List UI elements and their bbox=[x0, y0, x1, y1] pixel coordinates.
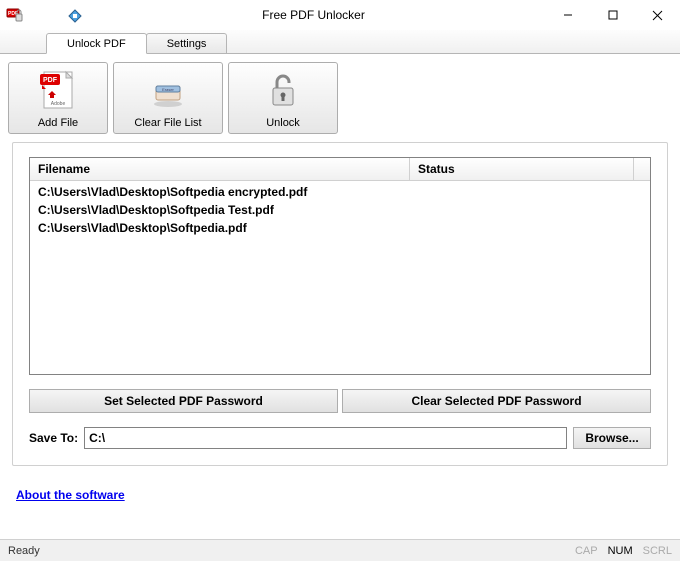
statusbar: Ready CAP NUM SCRL bbox=[0, 539, 680, 561]
list-header: Filename Status bbox=[30, 158, 650, 181]
file-list[interactable]: Filename Status C:\Users\Vlad\Desktop\So… bbox=[29, 157, 651, 375]
tab-settings[interactable]: Settings bbox=[146, 33, 228, 53]
cell-filename: C:\Users\Vlad\Desktop\Softpedia Test.pdf bbox=[30, 201, 410, 219]
unlock-label: Unlock bbox=[266, 117, 300, 129]
main-panel: Filename Status C:\Users\Vlad\Desktop\So… bbox=[12, 142, 668, 466]
add-file-button[interactable]: PDF Adobe Add File bbox=[8, 62, 108, 134]
about-link[interactable]: About the software bbox=[16, 488, 680, 502]
scrl-indicator: SCRL bbox=[643, 545, 672, 557]
set-password-button[interactable]: Set Selected PDF Password bbox=[29, 389, 338, 413]
save-to-input[interactable] bbox=[84, 427, 567, 449]
svg-text:Adobe: Adobe bbox=[51, 101, 66, 107]
svg-text:PDF: PDF bbox=[43, 77, 58, 84]
cell-status bbox=[410, 219, 650, 237]
table-row[interactable]: C:\Users\Vlad\Desktop\Softpedia.pdf bbox=[30, 219, 650, 237]
compat-icon bbox=[68, 9, 82, 23]
toolbar: PDF Adobe Add File Eraser Clear File List… bbox=[5, 59, 675, 137]
cell-status bbox=[410, 201, 650, 219]
window-title: Free PDF Unlocker bbox=[82, 8, 545, 22]
pdf-file-icon: PDF Adobe bbox=[36, 63, 80, 117]
titlebar: PDF Free PDF Unlocker bbox=[0, 0, 680, 30]
tab-unlock-pdf[interactable]: Unlock PDF bbox=[46, 33, 147, 54]
cap-indicator: CAP bbox=[575, 545, 598, 557]
app-icon: PDF bbox=[6, 6, 24, 24]
column-spacer bbox=[634, 158, 650, 180]
add-file-label: Add File bbox=[38, 117, 78, 129]
table-row[interactable]: C:\Users\Vlad\Desktop\Softpedia Test.pdf bbox=[30, 201, 650, 219]
svg-text:Eraser: Eraser bbox=[162, 87, 174, 92]
column-status[interactable]: Status bbox=[410, 158, 634, 180]
browse-button[interactable]: Browse... bbox=[573, 427, 651, 449]
maximize-button[interactable] bbox=[590, 0, 635, 30]
column-filename[interactable]: Filename bbox=[30, 158, 410, 180]
cell-status bbox=[410, 183, 650, 201]
minimize-button[interactable] bbox=[545, 0, 590, 30]
tab-strip: Unlock PDF Settings bbox=[0, 30, 680, 54]
table-row[interactable]: C:\Users\Vlad\Desktop\Softpedia encrypte… bbox=[30, 183, 650, 201]
unlock-icon bbox=[261, 63, 305, 117]
cell-filename: C:\Users\Vlad\Desktop\Softpedia encrypte… bbox=[30, 183, 410, 201]
eraser-icon: Eraser bbox=[146, 63, 190, 117]
num-indicator: NUM bbox=[608, 545, 633, 557]
clear-file-list-button[interactable]: Eraser Clear File List bbox=[113, 62, 223, 134]
close-button[interactable] bbox=[635, 0, 680, 30]
unlock-button[interactable]: Unlock bbox=[228, 62, 338, 134]
clear-list-label: Clear File List bbox=[134, 117, 201, 129]
status-text: Ready bbox=[8, 545, 575, 557]
clear-password-button[interactable]: Clear Selected PDF Password bbox=[342, 389, 651, 413]
save-to-label: Save To: bbox=[29, 431, 78, 445]
cell-filename: C:\Users\Vlad\Desktop\Softpedia.pdf bbox=[30, 219, 410, 237]
